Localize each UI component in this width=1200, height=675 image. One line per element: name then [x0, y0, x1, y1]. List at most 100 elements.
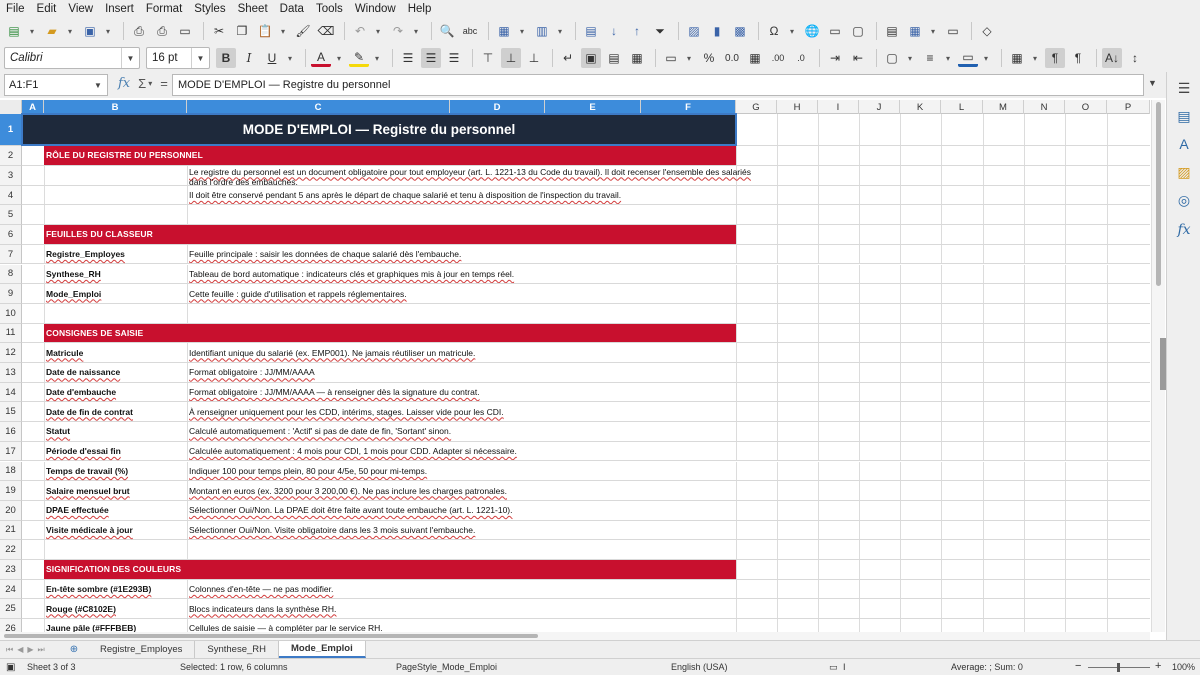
select-all-corner[interactable]	[0, 100, 22, 114]
row-header-9[interactable]: 9	[0, 284, 22, 304]
label-cell[interactable]: Date de naissance	[45, 363, 188, 382]
cut-icon[interactable]: ✂	[209, 21, 229, 41]
add-sheet-icon[interactable]: ⊕	[66, 644, 82, 655]
formula-input[interactable]: MODE D'EMPLOI — Registre du personnel	[172, 74, 1144, 96]
column-header-k[interactable]: K	[900, 100, 941, 114]
delete-decimal-icon[interactable]: .0	[791, 48, 811, 68]
redo-dropdown-icon[interactable]: ▾	[411, 21, 421, 41]
horizontal-scroll-thumb[interactable]	[4, 634, 538, 638]
column-header-n[interactable]: N	[1024, 100, 1065, 114]
insert-pivot-table-icon[interactable]: ▩	[730, 21, 750, 41]
paste-dropdown-icon[interactable]: ▾	[278, 21, 288, 41]
row-header-6[interactable]: 6	[0, 225, 22, 245]
row-header-16[interactable]: 16	[0, 422, 22, 442]
export-pdf-icon[interactable]: ⎙	[129, 21, 149, 41]
align-left-icon[interactable]: ☰	[398, 48, 418, 68]
column-dropdown-icon[interactable]: ▾	[555, 21, 565, 41]
undo-dropdown-icon[interactable]: ▾	[373, 21, 383, 41]
sum-status[interactable]: Average: ; Sum: 0	[951, 662, 1023, 672]
sum-icon[interactable]: Σ	[138, 76, 146, 91]
section-header-cell[interactable]: RÔLE DU REGISTRE DU PERSONNEL	[44, 146, 736, 165]
description-cell[interactable]: Identifiant unique du salarié (ex. EMP00…	[188, 343, 758, 362]
description-cell[interactable]: Blocs indicateurs dans la synthèse RH.	[188, 599, 758, 618]
underline-icon[interactable]: U	[262, 48, 282, 68]
text-orientation-icon[interactable]: A↓	[1102, 48, 1122, 68]
column-header-o[interactable]: O	[1065, 100, 1107, 114]
border-color-icon[interactable]: ▭	[958, 49, 978, 67]
styles-icon[interactable]: A	[1174, 134, 1194, 154]
freeze-rows-columns-icon[interactable]: ▦	[905, 21, 925, 41]
gallery-icon[interactable]: ▨	[1174, 162, 1194, 182]
selection-mode-icon[interactable]: ▭	[829, 662, 838, 673]
freeze-dropdown-icon[interactable]: ▾	[928, 21, 938, 41]
zoom-slider-knob[interactable]	[1117, 663, 1120, 672]
align-bottom-icon[interactable]: ⊥	[524, 48, 544, 68]
tab-mode-emploi[interactable]: Mode_Emploi	[279, 641, 366, 658]
border-color-dropdown-icon[interactable]: ▾	[981, 48, 991, 68]
column-header-a[interactable]: A	[22, 100, 44, 114]
label-cell[interactable]	[45, 166, 188, 185]
function-wizard-icon[interactable]: fx	[118, 76, 130, 91]
label-cell[interactable]: Matricule	[45, 343, 188, 362]
label-cell[interactable]: Rouge (#C8102E)	[45, 599, 188, 618]
add-decimal-icon[interactable]: .00	[768, 48, 788, 68]
description-cell[interactable]: Indiquer 100 pour temps plein, 80 pour 4…	[188, 462, 758, 481]
row-header-22[interactable]: 22	[0, 540, 22, 560]
row-header-19[interactable]: 19	[0, 481, 22, 501]
description-cell[interactable]: Sélectionner Oui/Non. Visite obligatoire…	[188, 521, 758, 540]
borders-dropdown-icon[interactable]: ▾	[905, 48, 915, 68]
row-header-23[interactable]: 23	[0, 560, 22, 580]
properties-icon[interactable]: ▤	[1174, 106, 1194, 126]
sum-dropdown-icon[interactable]: ▾	[148, 79, 152, 88]
define-print-area-icon[interactable]: ▤	[882, 21, 902, 41]
title-cell[interactable]: MODE D'EMPLOI — Registre du personnel	[21, 113, 737, 146]
chevron-down-icon[interactable]: ▼	[191, 48, 209, 68]
vertical-scrollbar[interactable]	[1151, 100, 1166, 632]
column-header-e[interactable]: E	[545, 100, 641, 114]
special-character-dropdown-icon[interactable]: ▾	[787, 21, 797, 41]
italic-icon[interactable]: I	[239, 48, 259, 68]
align-right-icon[interactable]: ☰	[444, 48, 464, 68]
split-window-icon[interactable]: ▭	[943, 21, 963, 41]
label-cell[interactable]: Mode_Emploi	[45, 284, 188, 303]
spreadsheet-grid[interactable]: ABCDEFGHIJKLMNOP 1 MODE D'EMPLOI — Regist…	[0, 100, 1150, 632]
description-cell[interactable]: Le registre du personnel est un document…	[188, 166, 758, 185]
show-draw-functions-icon[interactable]: ◇	[977, 21, 997, 41]
decrease-indent-icon[interactable]: ⇤	[848, 48, 868, 68]
insert-chart-icon[interactable]: ▮	[707, 21, 727, 41]
name-box[interactable]: A1:F1 ▼	[4, 74, 108, 96]
description-cell[interactable]: Colonnes d'en-tête — ne pas modifier.	[188, 580, 758, 599]
underline-dropdown-icon[interactable]: ▾	[285, 48, 295, 68]
column-header-b[interactable]: B	[44, 100, 187, 114]
copy-icon[interactable]: ❐	[232, 21, 252, 41]
currency-format-icon[interactable]: ▭	[661, 48, 681, 68]
highlight-dropdown-icon[interactable]: ▾	[372, 48, 382, 68]
column-header-j[interactable]: J	[859, 100, 900, 114]
horizontal-scrollbar[interactable]	[0, 632, 1150, 640]
headers-footers-icon[interactable]: ▢	[848, 21, 868, 41]
menu-data[interactable]: Data	[280, 3, 304, 15]
page-style[interactable]: PageStyle_Mode_Emploi	[396, 662, 497, 672]
font-size-combo[interactable]: 16 pt ▼	[146, 47, 210, 69]
column-header-p[interactable]: P	[1107, 100, 1150, 114]
new-document-icon[interactable]: ▤	[4, 21, 24, 41]
merge-center-icon[interactable]: ▣	[581, 48, 601, 68]
new-dropdown-icon[interactable]: ▾	[27, 21, 37, 41]
row-header-26[interactable]: 26	[0, 619, 22, 632]
print-preview-icon[interactable]: ▭	[175, 21, 195, 41]
print-icon[interactable]: ⎙	[152, 21, 172, 41]
save-dropdown-icon[interactable]: ▾	[103, 21, 113, 41]
row-header-15[interactable]: 15	[0, 402, 22, 423]
menu-edit[interactable]: Edit	[37, 3, 57, 15]
description-cell[interactable]: Cette feuille : guide d'utilisation et r…	[188, 284, 758, 303]
date-format-icon[interactable]: ▦	[745, 48, 765, 68]
conditional-format-icon[interactable]: ▦	[1007, 48, 1027, 68]
row-icon[interactable]: ▦	[494, 21, 514, 41]
label-cell[interactable]: Visite médicale à jour	[45, 521, 188, 540]
label-cell[interactable]: DPAE effectuée	[45, 501, 188, 520]
row-header-12[interactable]: 12	[0, 343, 22, 363]
description-cell[interactable]: Calculé automatiquement : 'Actif' si pas…	[188, 422, 758, 441]
description-cell[interactable]: À renseigner uniquement pour les CDD, in…	[188, 402, 758, 421]
column-header-h[interactable]: H	[777, 100, 818, 114]
language-status[interactable]: English (USA)	[671, 662, 728, 672]
